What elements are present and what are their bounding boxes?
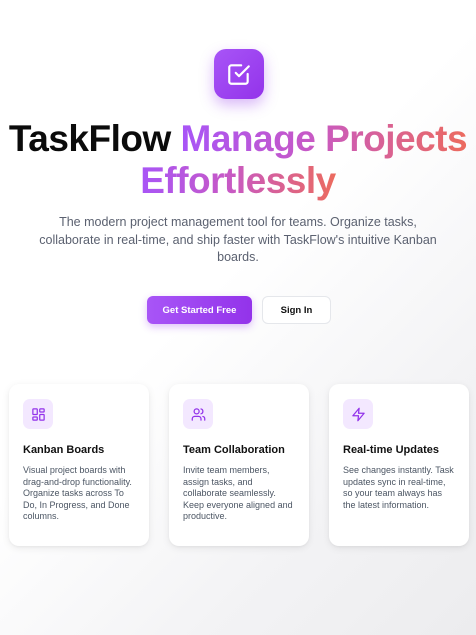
feature-description: Visual project boards with drag-and-drop… [23, 465, 132, 521]
zap-icon [351, 407, 365, 421]
hero-brand: TaskFlow [8, 118, 171, 159]
feature-card-realtime: Real-time Updates See changes instantly.… [329, 384, 469, 546]
feature-card-kanban: Kanban Boards Visual project boards with… [9, 384, 149, 546]
hero-title-line2: Effortlessly [140, 160, 336, 201]
hero-title-line1: Manage Projects [180, 118, 468, 159]
feature-icon-box [183, 399, 213, 429]
feature-title: Real-time Updates [343, 444, 439, 456]
logo-badge [214, 49, 264, 99]
sign-in-button[interactable]: Sign In [262, 296, 331, 324]
feature-description: Invite team members, assign tasks, and c… [183, 465, 293, 521]
hero-subtitle: The modern project management tool for t… [39, 215, 437, 264]
landing-page: TaskFlow Manage Projects Effortlessly Th… [0, 0, 476, 635]
feature-title: Kanban Boards [23, 444, 105, 456]
layout-grid-icon [31, 407, 45, 421]
feature-title: Team Collaboration [183, 444, 285, 456]
feature-description: See changes instantly. Task updates sync… [343, 465, 454, 510]
users-icon [191, 407, 205, 421]
feature-card-collaboration: Team Collaboration Invite team members, … [169, 384, 309, 546]
feature-icon-box [343, 399, 373, 429]
get-started-button[interactable]: Get Started Free [147, 296, 252, 324]
hero-title: TaskFlow Manage Projects Effortlessly [0, 118, 476, 202]
feature-icon-box [23, 399, 53, 429]
square-check-icon [228, 64, 250, 85]
